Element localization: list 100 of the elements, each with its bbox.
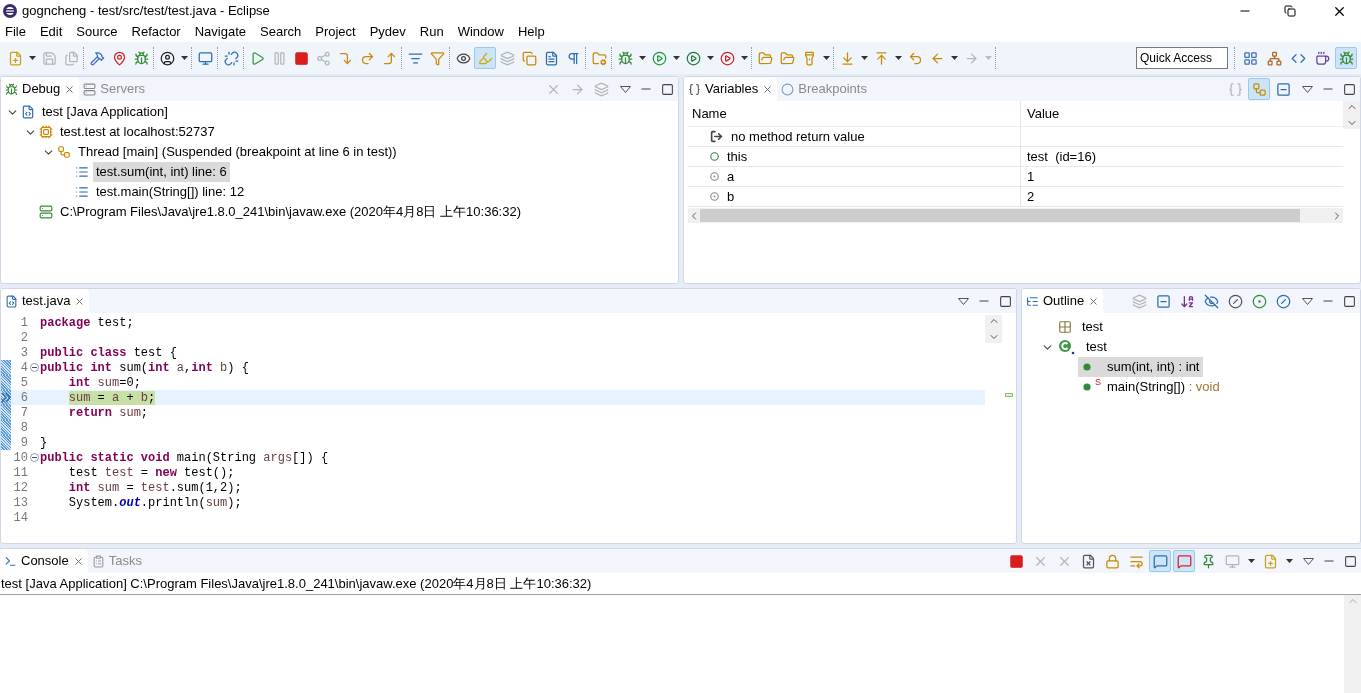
menu-item[interactable]: File	[1, 22, 33, 42]
menu-item[interactable]: Project	[308, 22, 363, 42]
caret-icon	[1247, 559, 1255, 563]
line-number: 3	[19, 344, 28, 362]
caret-icon	[180, 56, 188, 60]
caret-icon	[984, 56, 992, 60]
method-icon	[1083, 383, 1091, 391]
menu-item[interactable]: Pydev	[362, 22, 413, 42]
play-circle-icon	[719, 50, 735, 66]
stop-icon	[1008, 553, 1024, 569]
view-tab[interactable]: Outline	[1022, 289, 1104, 313]
view-menu-icon[interactable]	[620, 85, 631, 93]
message-icon	[1176, 553, 1192, 569]
view-tab[interactable]: Debug	[1, 77, 80, 101]
play-icon	[249, 50, 265, 66]
folder-gear-icon	[591, 50, 607, 66]
view-menu-icon[interactable]	[1302, 85, 1313, 93]
process-icon	[39, 205, 53, 219]
bug-button[interactable]	[1335, 47, 1357, 69]
tree-item[interactable]: test.main(String[]) line: 12	[93, 182, 248, 202]
outline-item[interactable]: sum(int, int) : int	[1078, 357, 1204, 377]
layers-icon	[593, 81, 609, 97]
view-tab[interactable]: Variables	[684, 77, 778, 101]
save-icon	[41, 50, 57, 66]
tree-item[interactable]: C:\Program Files\Java\jre1.8.0_241\bin\javaw.exe (2020年4月8日 上午10:36:32)	[57, 202, 524, 222]
slashed-circle-icon	[1227, 293, 1243, 309]
collapse-fold-icon[interactable]	[29, 453, 39, 462]
tree-item[interactable]: Thread [main] (Suspended (breakpoint at line 6 in test))	[75, 142, 400, 162]
quick-access-field[interactable]: Quick Access	[1136, 47, 1228, 69]
view-menu-icon[interactable]	[1302, 297, 1313, 305]
menu-item[interactable]: Search	[253, 22, 309, 42]
line-number: 14	[12, 509, 28, 527]
pause-icon	[271, 50, 287, 66]
caret-icon	[740, 56, 748, 60]
message-button[interactable]	[1173, 550, 1195, 572]
dot-icon	[1251, 293, 1267, 309]
variable-name: no method return value	[731, 127, 865, 146]
menu-item[interactable]: Navigate	[187, 22, 253, 42]
tree-item[interactable]: test.test at localhost:52737	[57, 122, 218, 142]
view-tab[interactable]: test.java	[1, 289, 90, 313]
menu-item[interactable]: Window	[450, 22, 511, 42]
variable-value: test (id=16)	[1026, 147, 1096, 166]
restore-icon[interactable]	[1284, 5, 1296, 17]
line-number: 9	[19, 434, 28, 452]
eye-icon	[455, 50, 471, 66]
step-into-icon	[337, 50, 353, 66]
line-number: 4	[19, 359, 28, 377]
maximize-icon[interactable]	[1343, 82, 1356, 96]
maximize-icon[interactable]	[999, 294, 1012, 308]
outline-item[interactable]: test	[1080, 317, 1105, 337]
coffee-cup-icon	[1314, 50, 1330, 66]
outline-item[interactable]: test	[1084, 337, 1109, 357]
menu-item[interactable]: Edit	[32, 22, 70, 42]
line-number: 6	[19, 389, 28, 407]
overview-marker-icon[interactable]	[1005, 393, 1013, 397]
collapse-all-icon	[1275, 81, 1291, 97]
caret-icon	[1285, 559, 1293, 563]
horizontal-scrollbar[interactable]	[688, 208, 1343, 223]
stop-icon	[293, 50, 309, 66]
collapse-fold-icon[interactable]	[29, 363, 39, 372]
maximize-icon[interactable]	[1343, 294, 1356, 308]
package-icon	[1058, 320, 1072, 334]
hammer-icon	[89, 50, 105, 66]
tasks-icon	[91, 554, 105, 568]
menu-item[interactable]: Run	[412, 22, 451, 42]
column-header[interactable]: Name	[688, 100, 1021, 127]
method-signature: main(String[]) : void	[1107, 378, 1220, 397]
menu-item[interactable]: Source	[69, 22, 125, 42]
column-header[interactable]: Value	[1021, 103, 1060, 124]
menu-item[interactable]: Refactor	[124, 22, 188, 42]
variable-name: this	[727, 147, 748, 166]
static-marker: S	[1095, 377, 1101, 387]
tree-item[interactable]: test [Java Application]	[39, 102, 171, 122]
line-number: 7	[19, 404, 28, 422]
line-number: 13	[12, 494, 28, 512]
view-menu-icon[interactable]	[958, 297, 969, 305]
new-file-icon	[7, 50, 23, 66]
structure-button[interactable]	[1248, 78, 1270, 100]
vertical-scrollbar[interactable]	[985, 315, 1002, 343]
tree-item[interactable]: test.sum(int, int) line: 6	[93, 162, 230, 182]
person-icon	[159, 50, 175, 66]
maximize-icon[interactable]	[661, 82, 674, 96]
pin-icon	[1200, 553, 1216, 569]
view-menu-icon[interactable]	[1303, 557, 1314, 565]
outline-item[interactable]: S main(String[]) : void	[1078, 377, 1224, 397]
variable-value: 1	[1026, 167, 1035, 186]
view-tab[interactable]: Console	[0, 549, 88, 573]
maximize-icon[interactable]	[1344, 554, 1357, 568]
breakpoint-icon	[781, 82, 795, 96]
forward-arrow-icon	[963, 50, 979, 66]
line-number: 11	[12, 464, 28, 482]
menu-item[interactable]: Help	[510, 22, 552, 42]
variable-name: a	[727, 167, 735, 186]
files-icon	[63, 50, 79, 66]
message-button[interactable]	[1149, 550, 1171, 572]
layers-icon	[1131, 293, 1147, 309]
caret-icon	[672, 56, 680, 60]
vertical-scrollbar[interactable]	[1343, 101, 1360, 129]
network-icon	[1266, 50, 1282, 66]
variable-value: 2	[1026, 187, 1035, 206]
